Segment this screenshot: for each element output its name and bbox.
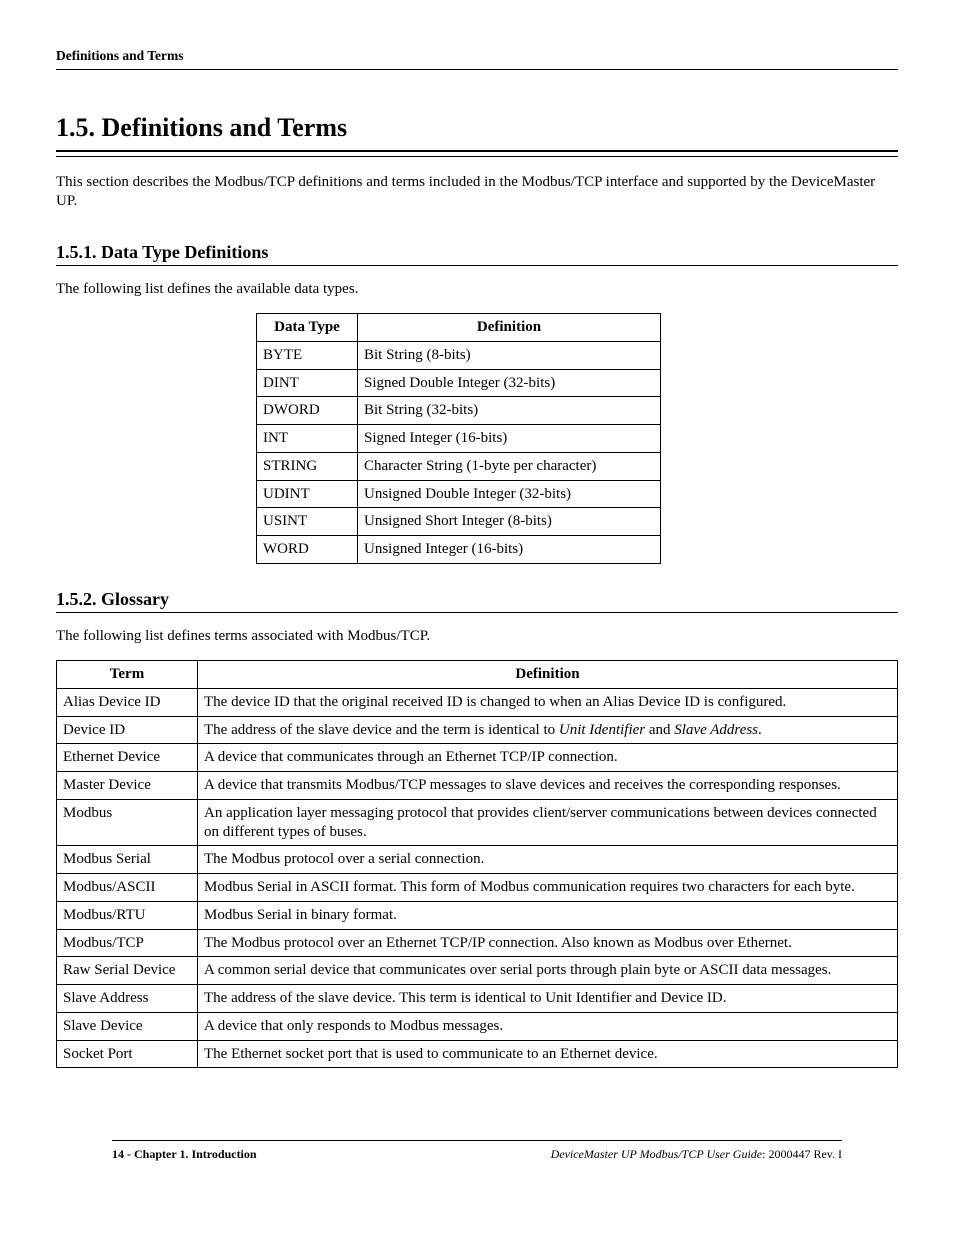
table-row: Alias Device IDThe device ID that the or… xyxy=(57,688,898,716)
table-row: UDINTUnsigned Double Integer (32-bits) xyxy=(257,480,661,508)
cell-type: INT xyxy=(257,425,358,453)
cell-def: The Ethernet socket port that is used to… xyxy=(198,1040,898,1068)
table-row: DWORDBit String (32-bits) xyxy=(257,397,661,425)
data-types-intro: The following list defines the available… xyxy=(56,280,898,299)
cell-def: An application layer messaging protocol … xyxy=(198,799,898,846)
def-text: . xyxy=(758,722,762,738)
cell-type: DINT xyxy=(257,369,358,397)
cell-term: Ethernet Device xyxy=(57,744,198,772)
table-row: ModbusAn application layer messaging pro… xyxy=(57,799,898,846)
table-row: BYTEBit String (8-bits) xyxy=(257,341,661,369)
glossary-table: Term Definition Alias Device IDThe devic… xyxy=(56,660,898,1068)
footer-doc-rev: : 2000447 Rev. I xyxy=(762,1147,842,1161)
glossary-intro: The following list defines terms associa… xyxy=(56,627,898,646)
col-term: Term xyxy=(57,661,198,689)
cell-def: Bit String (8-bits) xyxy=(358,341,661,369)
cell-type: BYTE xyxy=(257,341,358,369)
cell-term: Modbus/ASCII xyxy=(57,874,198,902)
cell-def: Signed Integer (16-bits) xyxy=(358,425,661,453)
col-data-type: Data Type xyxy=(257,314,358,342)
cell-def: Signed Double Integer (32-bits) xyxy=(358,369,661,397)
table-row: Modbus/ASCIIModbus Serial in ASCII forma… xyxy=(57,874,898,902)
cell-def: A device that communicates through an Et… xyxy=(198,744,898,772)
cell-def: The Modbus protocol over an Ethernet TCP… xyxy=(198,929,898,957)
cell-term: Modbus xyxy=(57,799,198,846)
table-header-row: Term Definition xyxy=(57,661,898,689)
cell-type: DWORD xyxy=(257,397,358,425)
table-row: DINTSigned Double Integer (32-bits) xyxy=(257,369,661,397)
cell-term: Raw Serial Device xyxy=(57,957,198,985)
section-title-text: Definitions and Terms xyxy=(102,113,348,142)
cell-def: Bit String (32-bits) xyxy=(358,397,661,425)
def-italic: Slave Address xyxy=(674,722,758,738)
page-footer: 14 - Chapter 1. Introduction DeviceMaste… xyxy=(112,1140,842,1162)
cell-def: Modbus Serial in ASCII format. This form… xyxy=(198,874,898,902)
table-row: WORDUnsigned Integer (16-bits) xyxy=(257,536,661,564)
table-row: Slave AddressThe address of the slave de… xyxy=(57,985,898,1013)
cell-term: Master Device xyxy=(57,772,198,800)
cell-def: Character String (1-byte per character) xyxy=(358,452,661,480)
section-title-rule xyxy=(56,150,898,157)
subsection-title: Glossary xyxy=(101,589,169,609)
footer-doc-title: DeviceMaster UP Modbus/TCP User Guide xyxy=(551,1147,763,1161)
subsection-number: 1.5.2. xyxy=(56,589,97,609)
cell-term: Device ID xyxy=(57,716,198,744)
table-row: Socket PortThe Ethernet socket port that… xyxy=(57,1040,898,1068)
table-row: Modbus SerialThe Modbus protocol over a … xyxy=(57,846,898,874)
cell-def: A device that transmits Modbus/TCP messa… xyxy=(198,772,898,800)
cell-term: Modbus Serial xyxy=(57,846,198,874)
cell-def: A common serial device that communicates… xyxy=(198,957,898,985)
cell-type: WORD xyxy=(257,536,358,564)
cell-term: Modbus/RTU xyxy=(57,901,198,929)
cell-term: Slave Device xyxy=(57,1012,198,1040)
table-row: USINTUnsigned Short Integer (8-bits) xyxy=(257,508,661,536)
table-row: Ethernet DeviceA device that communicate… xyxy=(57,744,898,772)
def-text: The address of the slave device and the … xyxy=(204,722,559,738)
def-text: and xyxy=(645,722,674,738)
cell-def: The Modbus protocol over a serial connec… xyxy=(198,846,898,874)
table-header-row: Data Type Definition xyxy=(257,314,661,342)
col-definition: Definition xyxy=(358,314,661,342)
section-number: 1.5. xyxy=(56,113,95,142)
subsection-number: 1.5.1. xyxy=(56,242,97,262)
cell-def: A device that only responds to Modbus me… xyxy=(198,1012,898,1040)
cell-term: Modbus/TCP xyxy=(57,929,198,957)
cell-type: UDINT xyxy=(257,480,358,508)
footer-doc-info: DeviceMaster UP Modbus/TCP User Guide: 2… xyxy=(551,1147,842,1162)
cell-def: The address of the slave device. This te… xyxy=(198,985,898,1013)
table-row: Master DeviceA device that transmits Mod… xyxy=(57,772,898,800)
cell-term: Alias Device ID xyxy=(57,688,198,716)
table-row: STRINGCharacter String (1-byte per chara… xyxy=(257,452,661,480)
table-row: Modbus/RTUModbus Serial in binary format… xyxy=(57,901,898,929)
footer-page-label: 14 - Chapter 1. Introduction xyxy=(112,1147,257,1162)
table-row: INTSigned Integer (16-bits) xyxy=(257,425,661,453)
table-row: Modbus/TCPThe Modbus protocol over an Et… xyxy=(57,929,898,957)
section-title: 1.5. Definitions and Terms xyxy=(56,112,898,145)
cell-def: Modbus Serial in binary format. xyxy=(198,901,898,929)
subsection-data-types: 1.5.1. Data Type Definitions xyxy=(56,241,898,267)
cell-type: USINT xyxy=(257,508,358,536)
cell-def: Unsigned Double Integer (32-bits) xyxy=(358,480,661,508)
cell-term: Socket Port xyxy=(57,1040,198,1068)
def-italic: Unit Identifier xyxy=(559,722,645,738)
table-row: Slave DeviceA device that only responds … xyxy=(57,1012,898,1040)
cell-term: Slave Address xyxy=(57,985,198,1013)
subsection-title: Data Type Definitions xyxy=(101,242,268,262)
table-row: Raw Serial DeviceA common serial device … xyxy=(57,957,898,985)
table-row: Device ID The address of the slave devic… xyxy=(57,716,898,744)
running-head: Definitions and Terms xyxy=(56,48,898,70)
data-types-table: Data Type Definition BYTEBit String (8-b… xyxy=(256,313,661,564)
cell-def: Unsigned Integer (16-bits) xyxy=(358,536,661,564)
cell-def: The address of the slave device and the … xyxy=(198,716,898,744)
col-definition: Definition xyxy=(198,661,898,689)
section-intro: This section describes the Modbus/TCP de… xyxy=(56,173,898,211)
cell-def: Unsigned Short Integer (8-bits) xyxy=(358,508,661,536)
subsection-glossary: 1.5.2. Glossary xyxy=(56,588,898,614)
cell-def: The device ID that the original received… xyxy=(198,688,898,716)
cell-type: STRING xyxy=(257,452,358,480)
